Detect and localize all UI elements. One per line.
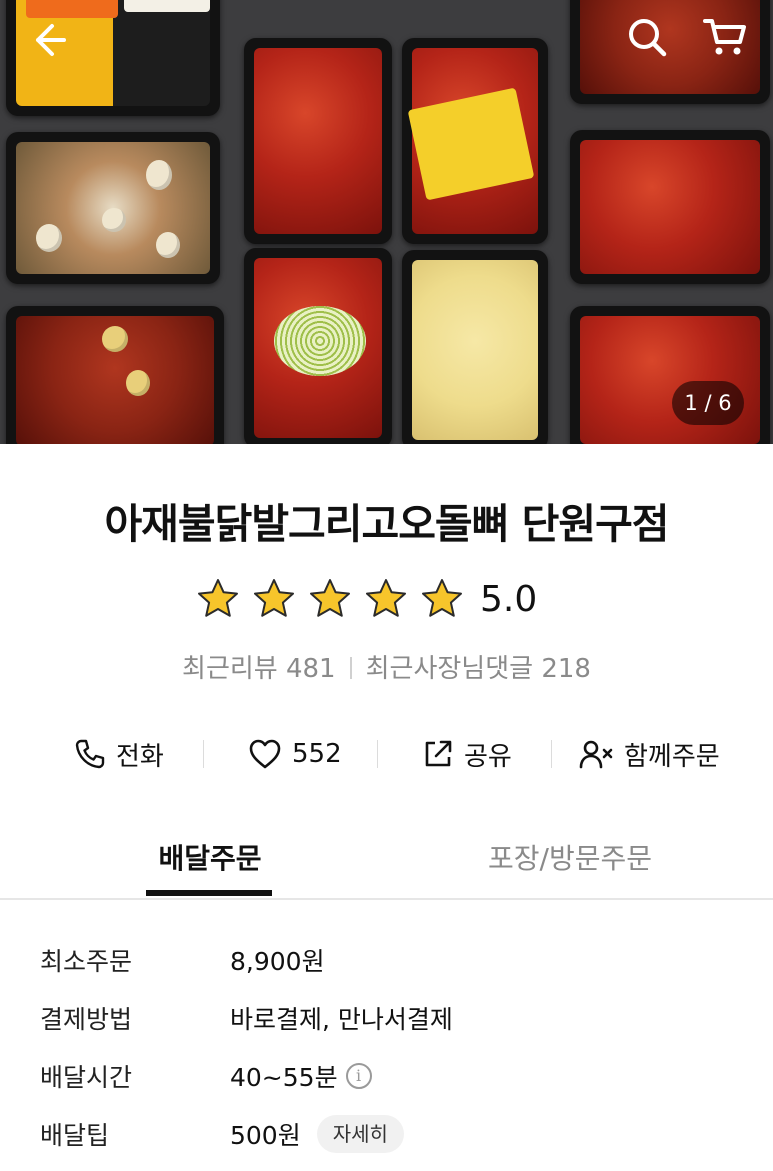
min-order-label: 최소주문 <box>40 947 133 976</box>
group-order-icon <box>579 740 613 769</box>
search-icon <box>629 19 667 57</box>
delivery-time-value: 40~55분 <box>230 1063 338 1092</box>
recent-reviews-link[interactable]: 최근리뷰 481 <box>182 654 336 684</box>
divider <box>551 740 552 768</box>
payment-label: 결제방법 <box>40 1005 133 1034</box>
heart-icon <box>249 739 281 769</box>
order-type-tabs: 배달주문 포장/방문주문 <box>0 834 773 900</box>
group-order-label: 함께주문 <box>624 741 720 772</box>
share-button[interactable]: 공유 <box>422 728 512 780</box>
food-tray <box>570 306 770 444</box>
divider <box>203 740 204 768</box>
cart-icon <box>703 19 746 55</box>
star-icon <box>254 579 294 617</box>
star-icon <box>366 579 406 617</box>
min-order-row: 최소주문 8,900원 <box>40 940 325 980</box>
food-tray <box>6 306 224 444</box>
divider <box>377 740 378 768</box>
food-tray <box>402 38 548 244</box>
photo-counter: 1 / 6 <box>672 381 744 425</box>
store-photo-carousel[interactable]: 1 / 6 <box>0 0 773 444</box>
active-tab-indicator <box>146 890 272 896</box>
star-icon <box>198 579 238 617</box>
search-button[interactable] <box>626 16 668 58</box>
share-label: 공유 <box>464 741 512 772</box>
like-button[interactable]: 552 <box>248 728 342 780</box>
divider <box>349 657 352 679</box>
min-order-value: 8,900원 <box>230 947 325 976</box>
delivery-tip-detail-button[interactable]: 자세히 <box>316 1115 404 1153</box>
phone-icon <box>75 739 105 769</box>
food-tray <box>6 132 220 284</box>
delivery-tip-value: 500원 <box>230 1121 301 1150</box>
star-icon <box>422 579 462 617</box>
food-tray <box>244 248 392 444</box>
cart-button[interactable] <box>702 16 748 58</box>
food-tray <box>402 250 548 444</box>
rating: 5.0 <box>196 575 537 623</box>
food-tray <box>570 130 770 284</box>
delivery-time-label: 배달시간 <box>40 1063 133 1092</box>
tab-pickup[interactable]: 포장/방문주문 <box>450 834 690 900</box>
review-summary: 최근리뷰 481 최근사장님댓글 218 <box>0 648 773 685</box>
star-icon <box>310 579 350 617</box>
info-icon[interactable]: i <box>345 1063 372 1089</box>
payment-value: 바로결제, 만나서결제 <box>230 1005 453 1034</box>
owner-replies-link[interactable]: 최근사장님댓글 218 <box>366 654 591 684</box>
group-order-button[interactable]: 함께주문 <box>578 728 720 780</box>
payment-row: 결제방법 바로결제, 만나서결제 <box>40 998 453 1038</box>
share-icon <box>425 740 452 767</box>
like-count: 552 <box>292 739 342 769</box>
arrow-left-icon <box>36 24 66 56</box>
store-name: 아재불닭발그리고오돌뼈 단원구점 <box>104 500 669 548</box>
delivery-tip-label: 배달팁 <box>40 1121 110 1150</box>
call-label: 전화 <box>116 741 164 772</box>
delivery-tip-row: 배달팁 500원 자세히 <box>40 1114 404 1154</box>
back-button[interactable] <box>28 20 68 60</box>
rating-score: 5.0 <box>480 578 538 620</box>
food-tray <box>244 38 392 244</box>
delivery-time-row: 배달시간 40~55분 i <box>40 1056 372 1096</box>
call-button[interactable]: 전화 <box>74 728 164 780</box>
